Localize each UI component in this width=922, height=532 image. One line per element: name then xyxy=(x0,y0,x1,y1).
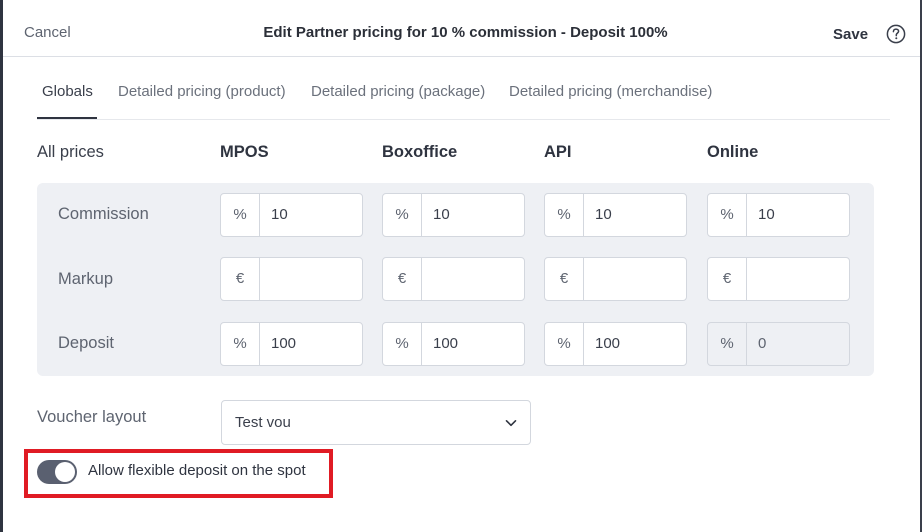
percent-prefix: % xyxy=(708,194,747,236)
row-label-commission: Commission xyxy=(58,205,149,223)
input-value: 100 xyxy=(271,335,297,352)
deposit-mpos-input[interactable]: % 100 xyxy=(220,322,363,366)
deposit-online-input: % 0 xyxy=(707,322,850,366)
input-value: 10 xyxy=(758,206,775,223)
percent-prefix: % xyxy=(708,323,747,365)
markup-api-input[interactable]: € xyxy=(544,257,687,301)
chevron-down-icon xyxy=(505,420,517,427)
dialog-title: Edit Partner pricing for 10 % commission… xyxy=(263,24,668,41)
active-tab-indicator xyxy=(37,117,97,119)
input-value: 100 xyxy=(595,335,621,352)
deposit-api-input[interactable]: % 100 xyxy=(544,322,687,366)
euro-prefix: € xyxy=(545,258,584,300)
window-left-border xyxy=(0,0,3,532)
markup-mpos-input[interactable]: € xyxy=(220,257,363,301)
commission-api-input[interactable]: % 10 xyxy=(544,193,687,237)
percent-prefix: % xyxy=(383,323,422,365)
save-button[interactable]: Save xyxy=(833,26,868,43)
row-label-deposit: Deposit xyxy=(58,334,114,352)
percent-prefix: % xyxy=(383,194,422,236)
markup-boxoffice-input[interactable]: € xyxy=(382,257,525,301)
column-header-mpos: MPOS xyxy=(220,143,269,161)
input-value: 10 xyxy=(271,206,288,223)
percent-prefix: % xyxy=(221,323,260,365)
dialog-header: Cancel Edit Partner pricing for 10 % com… xyxy=(3,0,920,57)
column-header-online: Online xyxy=(707,143,759,161)
column-header-boxoffice: Boxoffice xyxy=(382,143,458,161)
pricing-tabs: Globals Detailed pricing (product) Detai… xyxy=(37,60,890,120)
input-value: 10 xyxy=(433,206,450,223)
toggle-knob xyxy=(55,462,75,482)
tab-detailed-pricing-package[interactable]: Detailed pricing (package) xyxy=(311,83,485,100)
voucher-layout-select[interactable]: Test vou xyxy=(221,400,531,445)
input-value: 10 xyxy=(595,206,612,223)
tab-globals[interactable]: Globals xyxy=(42,83,93,100)
euro-prefix: € xyxy=(383,258,422,300)
percent-prefix: % xyxy=(545,323,584,365)
voucher-layout-value: Test vou xyxy=(235,414,291,431)
tab-detailed-pricing-merchandise[interactable]: Detailed pricing (merchandise) xyxy=(509,83,712,100)
help-icon[interactable] xyxy=(886,24,906,44)
percent-prefix: % xyxy=(221,194,260,236)
flexible-deposit-toggle[interactable] xyxy=(37,460,77,484)
percent-prefix: % xyxy=(545,194,584,236)
input-value: 100 xyxy=(433,335,459,352)
voucher-layout-label: Voucher layout xyxy=(37,408,147,426)
all-prices-label: All prices xyxy=(37,143,104,161)
euro-prefix: € xyxy=(221,258,260,300)
commission-boxoffice-input[interactable]: % 10 xyxy=(382,193,525,237)
commission-online-input[interactable]: % 10 xyxy=(707,193,850,237)
flexible-deposit-label: Allow flexible deposit on the spot xyxy=(88,462,306,479)
row-label-markup: Markup xyxy=(58,270,114,288)
deposit-boxoffice-input[interactable]: % 100 xyxy=(382,322,525,366)
input-value: 0 xyxy=(758,335,767,352)
euro-prefix: € xyxy=(708,258,747,300)
markup-online-input[interactable]: € xyxy=(707,257,850,301)
commission-mpos-input[interactable]: % 10 xyxy=(220,193,363,237)
column-header-api: API xyxy=(544,143,572,161)
tab-detailed-pricing-product[interactable]: Detailed pricing (product) xyxy=(118,83,286,100)
